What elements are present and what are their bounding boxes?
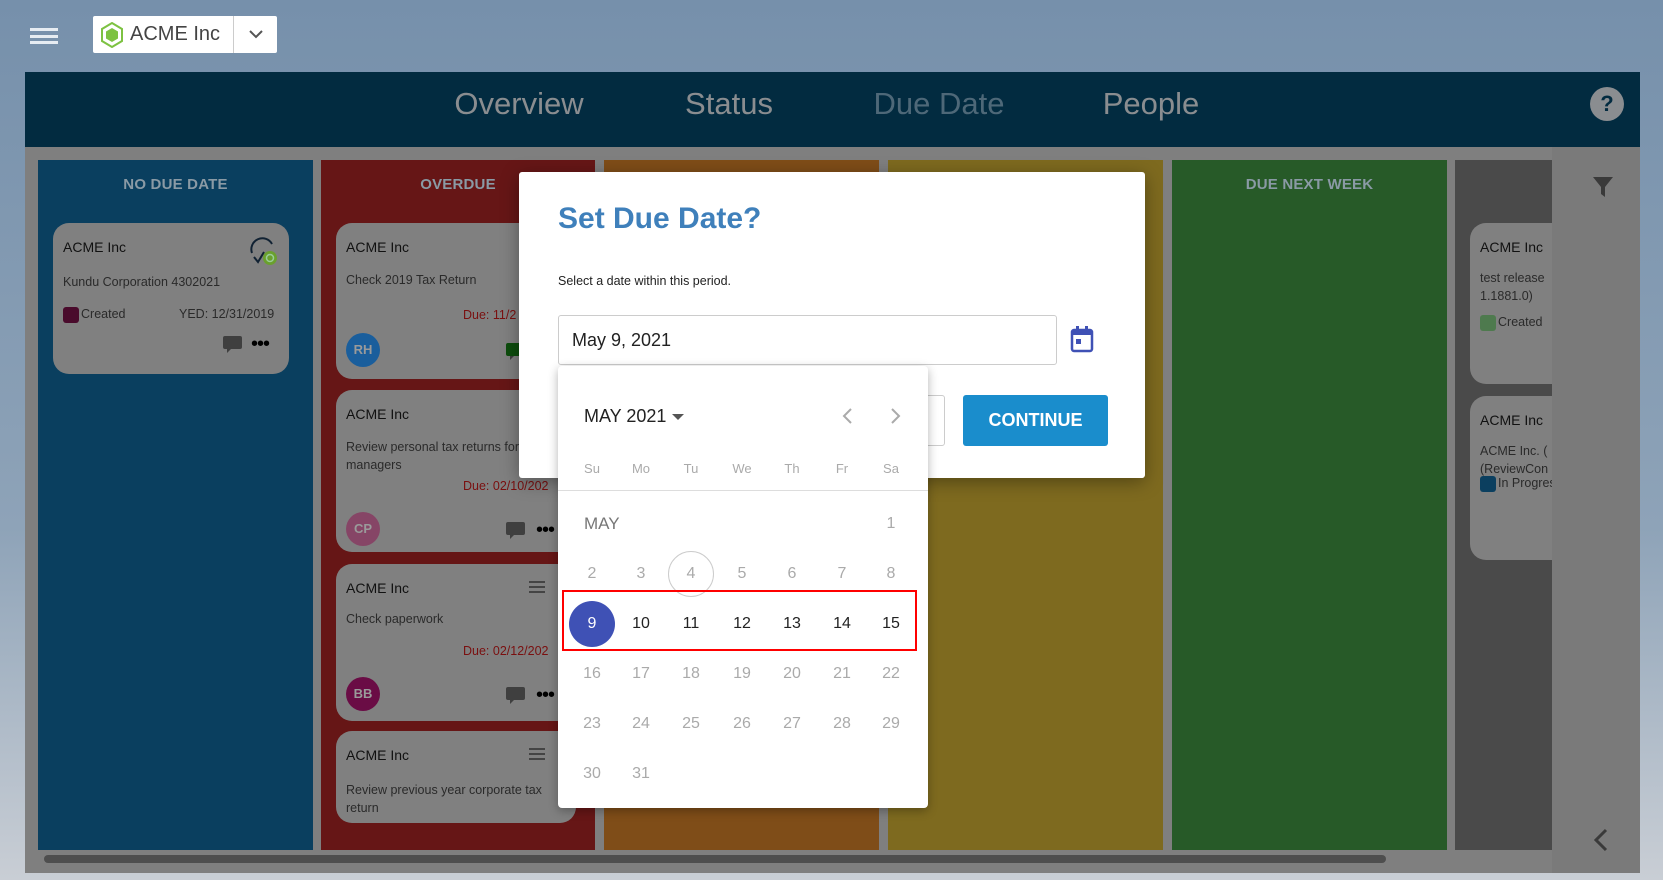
- tab-overview[interactable]: Overview: [454, 86, 583, 122]
- calendar-day: 29: [882, 715, 900, 732]
- dialog-subtitle: Select a date within this period.: [558, 274, 732, 288]
- help-icon[interactable]: ?: [1590, 87, 1624, 121]
- month-year-label: MAY 2021: [584, 406, 667, 426]
- card-description: test release 1.1881.0): [1480, 271, 1545, 303]
- card-org: ACME Inc: [63, 239, 127, 255]
- assignee-avatar[interactable]: CP: [346, 512, 380, 546]
- date-picker-popup: MAY 2021 Su Mo Tu We Th Fr Sa MAY 1 2 3 4 5 6 7 8 9 10 1…: [558, 366, 928, 808]
- due-date: Due: 02/12/202: [463, 644, 549, 658]
- calendar-icon[interactable]: [1070, 325, 1094, 353]
- assignee-avatar[interactable]: BB: [346, 677, 380, 711]
- tab-status[interactable]: Status: [685, 86, 773, 122]
- calendar-day: 31: [632, 765, 650, 782]
- card-org: ACME Inc: [1480, 239, 1544, 255]
- column-0: NO DUE DATE ACME Inc Kundu Corporation 430…: [38, 160, 313, 850]
- year-end-date: YED: 12/31/2019: [179, 307, 275, 321]
- card-org: ACME Inc: [1480, 412, 1544, 428]
- calendar-day: 17: [632, 665, 650, 682]
- weekday-label: Fr: [835, 461, 849, 476]
- status-swatch: [63, 306, 79, 323]
- due-date: Due: 11/2: [463, 308, 517, 322]
- calendar-day: 24: [632, 715, 650, 732]
- task-card[interactable]: ACME Inc test release 1.1881.0) Created: [1470, 223, 1552, 384]
- view-tabs-bar: Overview Status Due Date People: [25, 72, 1640, 147]
- more-icon[interactable]: •••: [536, 685, 555, 705]
- weekday-label: Tu: [683, 461, 699, 476]
- weekday-label: Sa: [883, 461, 899, 476]
- card-org: ACME Inc: [346, 406, 410, 422]
- weekday-label: Su: [584, 461, 600, 476]
- tab-people[interactable]: People: [1103, 86, 1200, 122]
- continue-button[interactable]: CONTINUE: [963, 395, 1108, 446]
- status-label: Created: [1480, 313, 1542, 331]
- calendar-day: 20: [783, 665, 801, 682]
- calendar-day: 25: [682, 715, 700, 732]
- month-label: MAY: [584, 514, 620, 533]
- month-year-selector[interactable]: MAY 2021: [584, 406, 685, 427]
- assignee-avatar[interactable]: RH: [346, 333, 380, 367]
- calendar-day: 22: [882, 665, 900, 682]
- chevron-left-icon[interactable]: [836, 404, 860, 428]
- horizontal-scrollbar[interactable]: [44, 855, 1386, 863]
- weekday-label: Th: [784, 461, 800, 476]
- column-4: DUE NEXT WEEK: [1172, 160, 1447, 850]
- calendar-day: 1: [886, 515, 896, 532]
- calendar-day: 16: [583, 665, 601, 682]
- hexagon-logo-icon: [101, 21, 123, 48]
- calendar-day: 18: [682, 665, 700, 682]
- highlight-box: [562, 590, 917, 651]
- card-org: ACME Inc: [346, 239, 410, 255]
- chevron-left-icon[interactable]: [1592, 827, 1610, 853]
- side-panel: [1552, 147, 1640, 873]
- filter-icon[interactable]: [1592, 175, 1614, 199]
- column-5: ACME Inc test release 1.1881.0) Created ACM…: [1455, 160, 1552, 850]
- calendar-day: 26: [733, 715, 751, 732]
- calendar-day: 28: [833, 715, 851, 732]
- calendar-day: 27: [783, 715, 801, 732]
- sync-status-icon: [250, 237, 277, 265]
- status-swatch: [1480, 475, 1496, 492]
- due-date: Due: 02/10/202: [463, 479, 549, 493]
- calendar-day: 23: [583, 715, 601, 732]
- card-description: Review personal tax returns for managers: [346, 440, 519, 472]
- card-description: Review previous year corporate tax retur…: [346, 783, 542, 815]
- tab-due-date[interactable]: Due Date: [874, 86, 1005, 122]
- org-selector[interactable]: ACME Inc: [93, 16, 277, 53]
- calendar-day: 21: [833, 665, 851, 682]
- more-icon[interactable]: •••: [251, 334, 270, 354]
- checklist-icon: [529, 578, 553, 598]
- card-description: Check 2019 Tax Return: [346, 273, 477, 287]
- comment-icon[interactable]: [506, 687, 525, 704]
- more-icon[interactable]: •••: [536, 520, 555, 540]
- card-description: Check paperwork: [346, 612, 444, 626]
- card-description: ACME Inc. ( (ReviewCon: [1480, 444, 1549, 476]
- chevron-down-icon[interactable]: [241, 22, 271, 46]
- comment-icon[interactable]: [506, 522, 525, 539]
- task-card[interactable]: ACME Inc Check paperwork Due: 02/12/202 BB •…: [336, 564, 576, 721]
- calendar-day: 19: [733, 665, 751, 682]
- task-card[interactable]: ACME Inc ACME Inc. ( (ReviewCon In Progres: [1470, 396, 1552, 560]
- caret-down-icon: [672, 414, 685, 421]
- menu-button[interactable]: [30, 26, 58, 46]
- calendar-day: 30: [583, 765, 601, 782]
- status-label: Created: [63, 305, 125, 323]
- checklist-icon: [529, 745, 553, 765]
- card-org: ACME Inc: [346, 580, 410, 596]
- status-swatch: [1480, 314, 1496, 331]
- task-card[interactable]: ACME Inc Kundu Corporation 4302021 Created…: [53, 223, 289, 374]
- weekday-label: We: [732, 461, 752, 476]
- column-title: NO DUE DATE: [123, 176, 228, 193]
- weekday-label: Mo: [631, 461, 651, 476]
- due-date-input[interactable]: [558, 315, 1057, 365]
- card-org: ACME Inc: [346, 747, 410, 763]
- task-card[interactable]: ACME Inc Review previous year corporate t…: [336, 731, 576, 823]
- card-description: Kundu Corporation 4302021: [63, 275, 221, 289]
- org-name: ACME Inc: [130, 23, 221, 45]
- chevron-right-icon[interactable]: [883, 404, 907, 428]
- status-label: In Progres: [1480, 474, 1552, 492]
- column-title: DUE NEXT WEEK: [1245, 176, 1374, 193]
- dialog-title: Set Due Date?: [558, 202, 762, 235]
